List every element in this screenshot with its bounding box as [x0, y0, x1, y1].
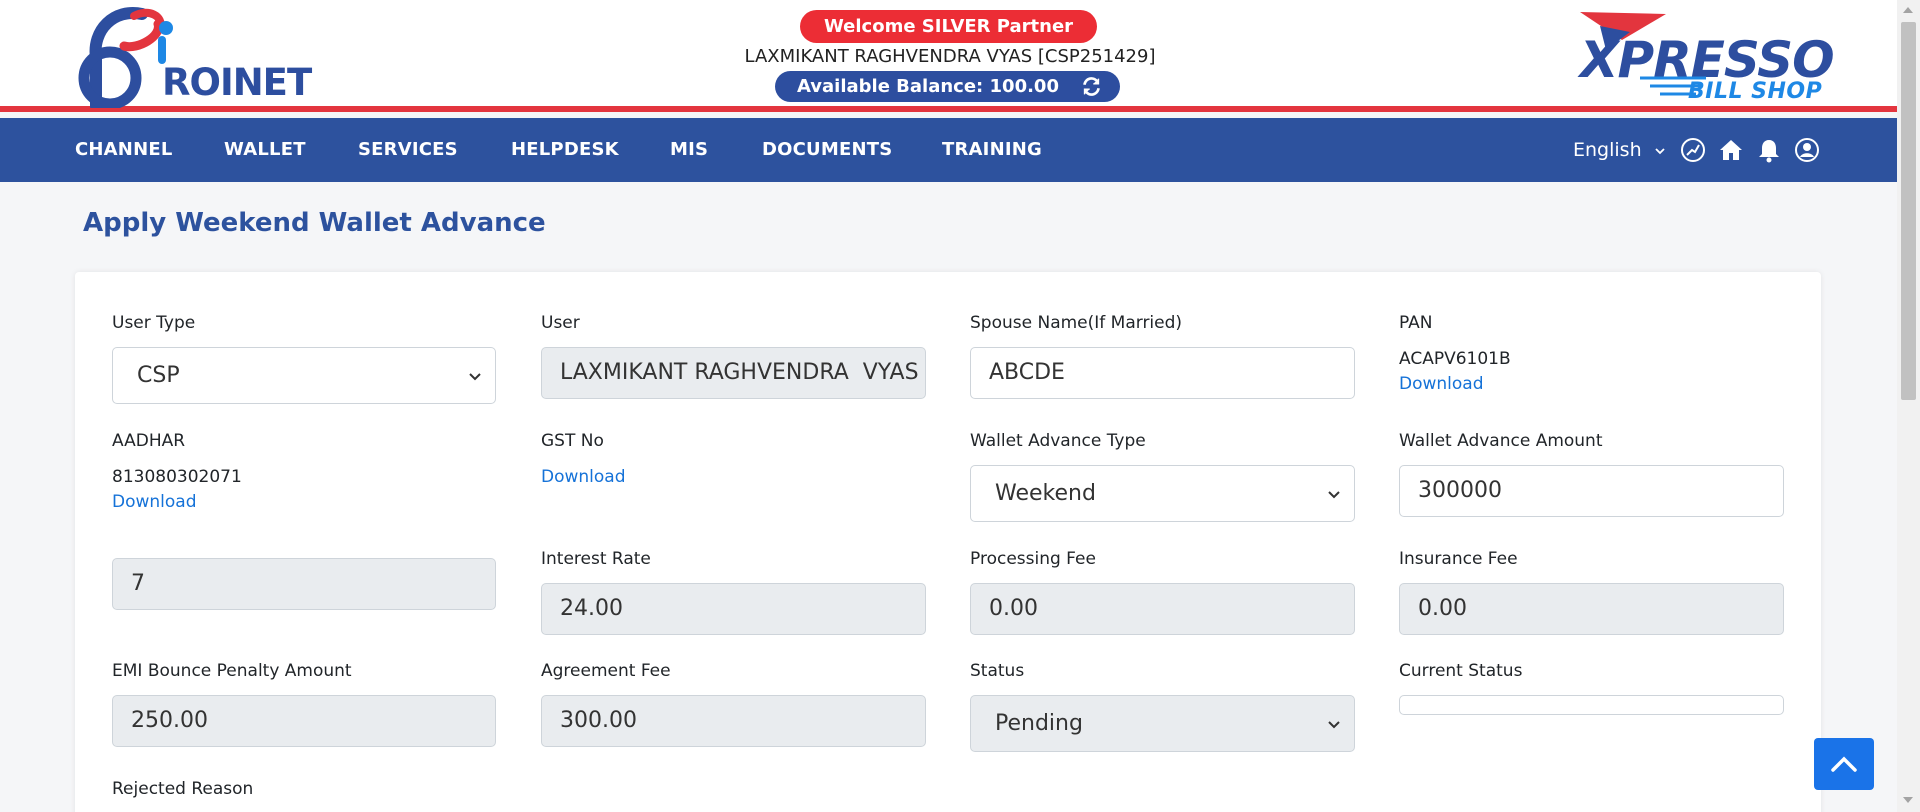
status-select[interactable]: Pending: [970, 695, 1355, 752]
nav-mis[interactable]: MIS: [670, 118, 708, 182]
scroll-up-arrow-icon[interactable]: [1903, 7, 1913, 13]
home-icon[interactable]: [1718, 137, 1744, 163]
insurance-fee-field: 0.00: [1399, 583, 1784, 635]
chevron-up-icon: [1831, 756, 1857, 772]
user-type-select[interactable]: CSP: [112, 347, 496, 404]
interest-rate-field: 24.00: [541, 583, 926, 635]
nav-wallet[interactable]: WALLET: [224, 118, 306, 182]
main-navbar: CHANNEL WALLET SERVICES HELPDESK MIS DOC…: [0, 118, 1897, 182]
spouse-name-label: Spouse Name(If Married): [970, 313, 1183, 333]
gst-label: GST No: [541, 431, 604, 451]
current-status-field: [1399, 695, 1784, 715]
chevron-down-icon: [1328, 720, 1340, 728]
scroll-to-top-button[interactable]: [1814, 738, 1874, 790]
user-type-value: CSP: [137, 363, 180, 388]
current-status-label: Current Status: [1399, 661, 1523, 681]
user-icon[interactable]: [1794, 137, 1820, 163]
user-label: User: [541, 313, 580, 333]
language-dropdown[interactable]: English: [1573, 118, 1666, 182]
aadhar-download-link[interactable]: Download: [112, 491, 197, 513]
roinet-wordmark: ROINET: [162, 61, 312, 104]
status-label: Status: [970, 661, 1025, 681]
emi-bounce-penalty-field: 250.00: [112, 695, 496, 747]
nav-training[interactable]: TRAINING: [942, 118, 1042, 182]
processing-fee-label: Processing Fee: [970, 549, 1096, 569]
processing-fee-field: 0.00: [970, 583, 1355, 635]
scroll-down-arrow-icon[interactable]: [1903, 797, 1913, 803]
balance-badge: Available Balance: 100.00: [775, 71, 1120, 102]
top-header: ROINET Welcome SILVER Partner LAXMIKANT …: [0, 0, 1897, 112]
roinet-logo[interactable]: ROINET: [74, 6, 312, 108]
user-type-label: User Type: [112, 313, 196, 333]
insurance-fee-label: Insurance Fee: [1399, 549, 1518, 569]
interest-rate-label: Interest Rate: [541, 549, 651, 569]
page-scrollbar[interactable]: [1897, 0, 1920, 812]
rejected-reason-label: Rejected Reason: [112, 779, 254, 799]
wallet-advance-type-value: Weekend: [995, 481, 1096, 506]
spouse-name-input[interactable]: ABCDE: [970, 347, 1355, 399]
scrollbar-thumb[interactable]: [1901, 22, 1916, 400]
agreement-fee-label: Agreement Fee: [541, 661, 671, 681]
nav-documents[interactable]: DOCUMENTS: [762, 118, 892, 182]
wallet-advance-amount-input[interactable]: 300000: [1399, 465, 1784, 517]
user-field: LAXMIKANT RAGHVENDRA VYAS: [541, 347, 926, 399]
wallet-advance-amount-label: Wallet Advance Amount: [1399, 431, 1603, 451]
form-card: User Type CSP User LAXMIKANT RAGHVENDRA …: [75, 272, 1821, 812]
chevron-down-icon: [1655, 147, 1665, 154]
welcome-badge: Welcome SILVER Partner: [800, 10, 1097, 43]
balance-text: Available Balance: 100.00: [797, 76, 1059, 97]
xpresso-bill-shop-logo[interactable]: XPRESSO BILL SHOP: [1578, 10, 1835, 105]
chevron-down-icon: [469, 372, 481, 380]
aadhar-value: 813080302071: [112, 467, 242, 487]
nav-services[interactable]: SERVICES: [358, 118, 458, 182]
pan-download-link[interactable]: Download: [1399, 373, 1484, 395]
pan-value: ACAPV6101B: [1399, 349, 1511, 369]
nav-channel[interactable]: CHANNEL: [75, 118, 173, 182]
aadhar-label: AADHAR: [112, 431, 186, 451]
bell-icon[interactable]: [1756, 137, 1782, 163]
wallet-advance-type-select[interactable]: Weekend: [970, 465, 1355, 522]
wallet-advance-type-label: Wallet Advance Type: [970, 431, 1146, 451]
page-title: Apply Weekend Wallet Advance: [83, 208, 546, 238]
gst-download-link[interactable]: Download: [541, 466, 626, 488]
refresh-icon[interactable]: [1081, 76, 1102, 97]
status-value: Pending: [995, 711, 1083, 736]
unlabeled-field: 7: [112, 558, 496, 610]
bill-shop-wordmark: BILL SHOP: [1688, 79, 1823, 104]
language-label: English: [1573, 139, 1642, 161]
user-name-id: LAXMIKANT RAGHVENDRA VYAS [CSP251429]: [744, 46, 1156, 67]
nav-helpdesk[interactable]: HELPDESK: [511, 118, 619, 182]
pan-label: PAN: [1399, 313, 1433, 333]
dashboard-icon[interactable]: [1680, 137, 1706, 163]
emi-bounce-penalty-label: EMI Bounce Penalty Amount: [112, 661, 352, 681]
chevron-down-icon: [1328, 490, 1340, 498]
agreement-fee-field: 300.00: [541, 695, 926, 747]
